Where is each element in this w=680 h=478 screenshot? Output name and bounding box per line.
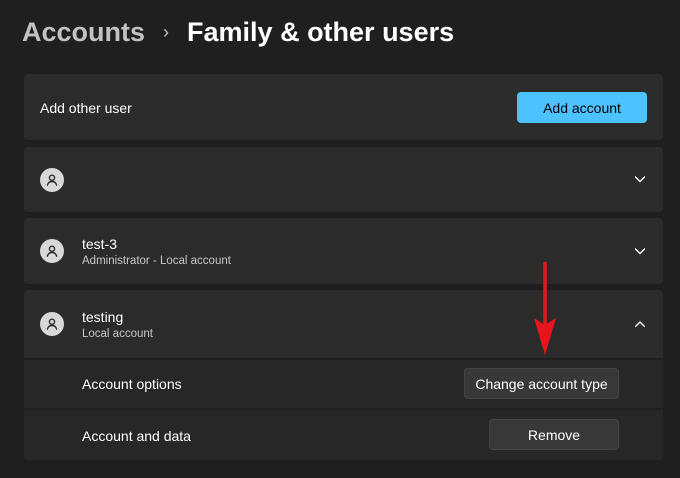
- person-icon: [46, 318, 58, 330]
- person-icon: [46, 245, 58, 257]
- remove-button[interactable]: Remove: [489, 419, 619, 450]
- user-row-test-3[interactable]: test-3 Administrator - Local account: [24, 218, 663, 284]
- avatar: [40, 168, 64, 192]
- user-name: test-3: [82, 236, 118, 252]
- account-and-data-row: Account and data Remove: [24, 410, 663, 460]
- change-account-type-button[interactable]: Change account type: [464, 368, 619, 399]
- account-and-data-label: Account and data: [82, 428, 191, 444]
- person-icon: [46, 174, 58, 186]
- avatar: [40, 239, 64, 263]
- chevron-down-icon[interactable]: [633, 172, 647, 186]
- user-account-type: Local account: [82, 328, 153, 340]
- user-row-testing[interactable]: testing Local account: [24, 290, 663, 358]
- page-title: Family & other users: [187, 16, 455, 47]
- breadcrumb-accounts-link[interactable]: Accounts: [22, 17, 145, 48]
- user-row-unnamed[interactable]: [24, 147, 663, 212]
- user-name: testing: [82, 309, 124, 325]
- user-account-type: Administrator - Local account: [82, 255, 231, 267]
- chevron-down-icon[interactable]: [633, 244, 647, 258]
- account-options-label: Account options: [82, 376, 182, 392]
- account-options-row: Account options Change account type: [24, 360, 663, 408]
- avatar: [40, 312, 64, 336]
- add-other-user-card: Add other user Add account: [24, 74, 663, 140]
- add-account-button[interactable]: Add account: [517, 92, 647, 123]
- add-other-user-label: Add other user: [40, 100, 132, 116]
- annotation-arrow-icon: [534, 262, 556, 355]
- breadcrumb: Accounts › Family & other users: [22, 12, 454, 52]
- breadcrumb-separator-icon: ›: [163, 21, 170, 42]
- chevron-up-icon[interactable]: [633, 317, 647, 331]
